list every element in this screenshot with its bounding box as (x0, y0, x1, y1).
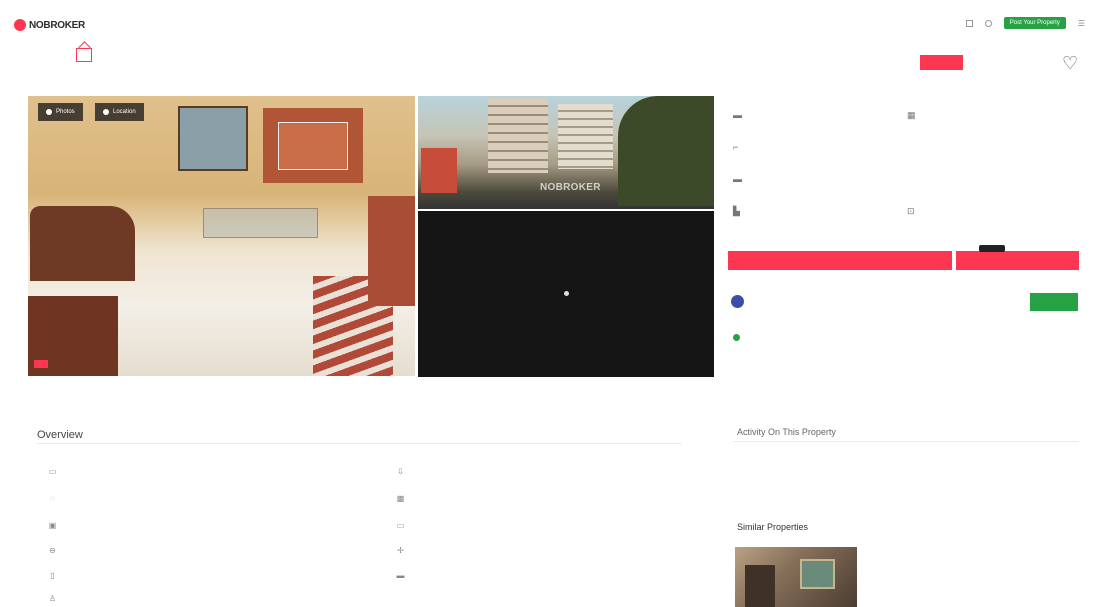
schedule-visit-button[interactable] (956, 251, 1079, 270)
overview-item-7: ✢ (396, 546, 405, 555)
photo-count-badge[interactable] (34, 360, 48, 368)
overview-item-6: ⊖ (48, 546, 57, 555)
detail-bathrooms: ⌐ (733, 143, 742, 152)
property-home-icon (76, 48, 92, 62)
age-icon: ♙ (48, 594, 57, 603)
similar-photo-door (745, 565, 775, 607)
parking-car-icon: ▙ (733, 206, 740, 216)
photo-sofa (30, 206, 135, 281)
contact-owner-button[interactable] (920, 55, 963, 70)
photo-building-right (558, 104, 613, 169)
photo-brick-pillar (368, 196, 415, 306)
overview-title: Overview (37, 429, 83, 441)
shortlist-heart-icon[interactable]: ♡ (1062, 53, 1078, 74)
location-tab-label: Location (113, 109, 136, 115)
overview-item-9: ▬ (396, 571, 405, 580)
photo-tree (618, 96, 714, 206)
photos-tab-label: Photos (56, 109, 75, 115)
activity-title: Activity On This Property (737, 427, 836, 437)
bedroom-icon: ▬ (733, 110, 742, 120)
detail-bedrooms: ▬ (733, 111, 742, 120)
flooring-icon: ▩ (396, 494, 405, 503)
visit-tooltip (979, 245, 1005, 252)
bookmark-icon[interactable] (965, 19, 973, 27)
overview-item-3: ▩ (396, 494, 405, 503)
report-icon (733, 334, 740, 341)
facing-icon: ✢ (397, 546, 404, 555)
camera-icon (46, 109, 52, 115)
nobroker-logo[interactable]: NOBROKER (14, 19, 85, 31)
floor-icon: ⊡ (907, 206, 915, 216)
detail-furnishing (907, 143, 916, 152)
detail-posted: ▦ (907, 111, 916, 120)
contact-owner-box (920, 50, 963, 70)
parking-icon: ▬ (396, 571, 405, 580)
check-now-button[interactable] (1030, 293, 1078, 311)
logo-text: NOBROKER (29, 19, 85, 31)
contact-owner-wide-button[interactable] (728, 251, 952, 270)
overview-item-0: ▭ (48, 467, 57, 476)
location-pin-icon (103, 109, 109, 115)
logo-dot-icon (14, 19, 26, 31)
photo-table (203, 208, 318, 238)
furnishing-icon: ⊖ (49, 546, 56, 555)
similar-property-photo[interactable] (735, 547, 857, 607)
overview-item-10: ♙ (48, 594, 57, 603)
package-icon (731, 295, 744, 308)
area-icon: ▣ (48, 521, 57, 530)
detail-parking: ▬ (733, 175, 742, 184)
floor-icon: ▯ (50, 571, 55, 580)
overview-item-4: ▣ (48, 521, 57, 530)
overview-divider (37, 443, 682, 444)
photo-building (488, 98, 548, 173)
overview-item-2: ◌ (48, 494, 57, 503)
similar-properties-title: Similar Properties (737, 522, 809, 532)
user-icon[interactable] (984, 19, 992, 27)
post-property-button[interactable]: Post Your Property (1003, 17, 1066, 29)
menu-icon[interactable]: ☰ (1078, 19, 1085, 28)
similar-photo-frame (800, 559, 835, 589)
furnishing-icon (907, 143, 916, 152)
activity-divider (733, 441, 1079, 442)
overview-item-5: ▭ (396, 521, 405, 530)
photo-red-hut (421, 148, 457, 193)
lease-icon: ⇩ (397, 467, 404, 476)
main-property-photo[interactable]: Photos Location (28, 96, 415, 376)
parking-icon: ▬ (733, 174, 742, 184)
detail-floor: ⊡ (907, 207, 916, 216)
photo-wall-art-inner (278, 122, 348, 170)
location-tab[interactable]: Location (95, 103, 144, 121)
bathroom-icon: ⌐ (733, 142, 739, 152)
society-icon (907, 175, 916, 184)
detail-society (907, 175, 916, 184)
photos-tab[interactable]: Photos (38, 103, 83, 121)
detail-parking-type: ▙ (733, 207, 742, 216)
top-navigation: Post Your Property ☰ (965, 17, 1085, 29)
calendar-icon: ▦ (907, 110, 916, 120)
photo-window (178, 106, 248, 171)
maintenance-icon: ◌ (50, 494, 55, 503)
overview-item-1: ⇩ (396, 467, 405, 476)
overview-item-8: ▯ (48, 571, 57, 580)
carpet-icon: ▭ (396, 521, 405, 530)
building-icon: ▭ (48, 467, 57, 476)
play-icon[interactable] (564, 291, 569, 296)
nobroker-watermark: NOBROKER (540, 182, 601, 193)
